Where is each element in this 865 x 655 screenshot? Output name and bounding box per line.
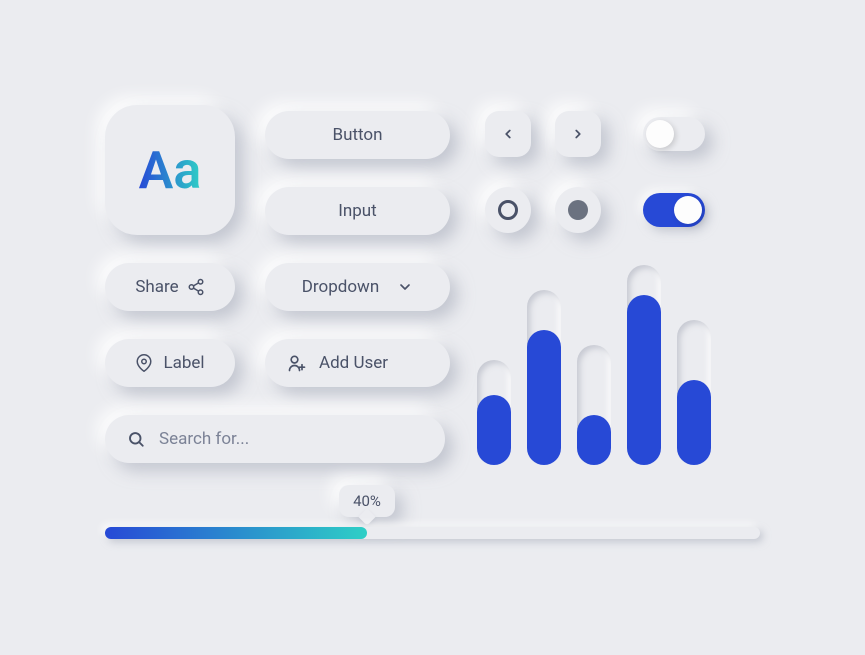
- typography-card: Aa: [105, 105, 235, 235]
- share-button-label: Share: [135, 277, 178, 297]
- search-icon: [127, 430, 145, 448]
- next-button[interactable]: [555, 111, 601, 157]
- add-user-button[interactable]: Add User: [265, 339, 450, 387]
- chevron-left-icon: [501, 127, 515, 141]
- label-button[interactable]: Label: [105, 339, 235, 387]
- chart-bar-track: [577, 345, 611, 465]
- radio-selected[interactable]: [555, 187, 601, 233]
- progress-value-text: 40%: [353, 492, 381, 510]
- previous-button[interactable]: [485, 111, 531, 157]
- dropdown-button[interactable]: Dropdown: [265, 263, 450, 311]
- bar-chart: [477, 255, 711, 465]
- toggle-off[interactable]: [643, 117, 705, 151]
- chart-bar-track: [677, 320, 711, 465]
- chevron-down-icon: [397, 279, 413, 295]
- map-pin-icon: [135, 354, 153, 372]
- radio-ring-icon: [498, 200, 518, 220]
- progress-slider[interactable]: 40%: [105, 527, 760, 539]
- text-input[interactable]: Input: [265, 187, 450, 235]
- user-plus-icon: [287, 353, 307, 373]
- chart-bar-fill: [577, 415, 611, 465]
- search-placeholder: Search for...: [159, 429, 249, 449]
- label-button-label: Label: [163, 353, 204, 373]
- chevron-right-icon: [571, 127, 585, 141]
- primary-button[interactable]: Button: [265, 111, 450, 159]
- chart-bar-track: [477, 360, 511, 465]
- toggle-on[interactable]: [643, 193, 705, 227]
- chart-bar-fill: [477, 395, 511, 465]
- chart-bar-fill: [527, 330, 561, 465]
- progress-track: [105, 527, 760, 539]
- chart-bar-fill: [627, 295, 661, 465]
- progress-value-badge: 40%: [339, 485, 395, 517]
- progress-fill: [105, 527, 367, 539]
- share-button[interactable]: Share: [105, 263, 235, 311]
- chart-bar-track: [527, 290, 561, 465]
- share-icon: [187, 278, 205, 296]
- primary-button-label: Button: [332, 125, 382, 145]
- radio-unselected[interactable]: [485, 187, 531, 233]
- toggle-knob: [674, 196, 702, 224]
- typography-sample: Aa: [139, 140, 202, 201]
- toggle-knob: [646, 120, 674, 148]
- dropdown-label: Dropdown: [302, 277, 379, 297]
- text-input-label: Input: [338, 201, 377, 221]
- radio-dot-icon: [568, 200, 588, 220]
- search-input[interactable]: Search for...: [105, 415, 445, 463]
- chart-bar-fill: [677, 380, 711, 465]
- chart-bar-track: [627, 265, 661, 465]
- add-user-label: Add User: [319, 353, 388, 373]
